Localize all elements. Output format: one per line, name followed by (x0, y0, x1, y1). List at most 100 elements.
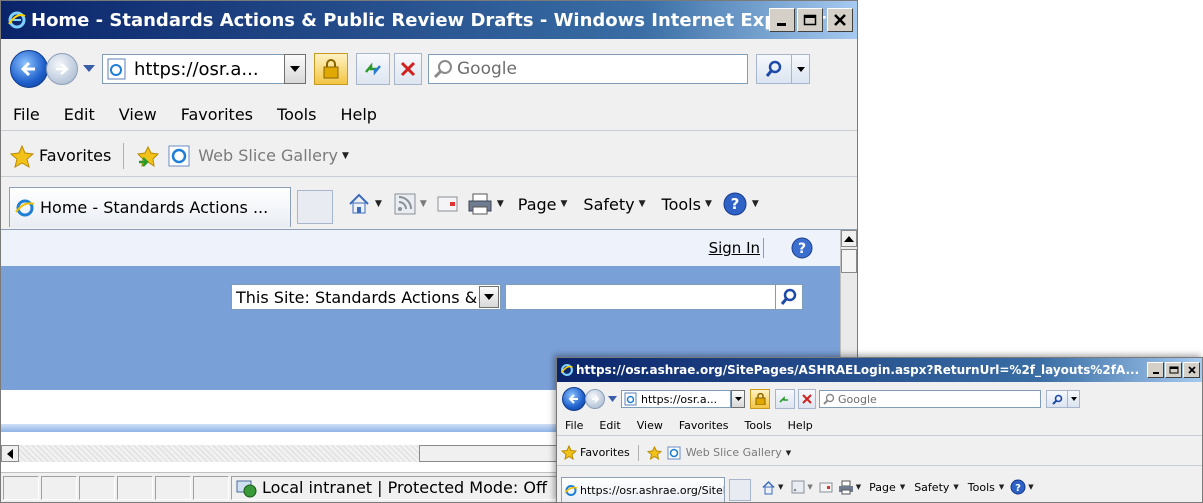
horizontal-scroll-thumb[interactable] (419, 445, 559, 462)
favorites-button[interactable]: Favorites (580, 446, 630, 459)
search-scope-select[interactable]: This Site: Standards Actions & (231, 284, 501, 310)
home-dropdown-icon[interactable]: ▼ (375, 199, 382, 209)
close-button[interactable] (1183, 362, 1200, 378)
menu-favorites[interactable]: Favorites (181, 105, 253, 124)
favorites-star-icon[interactable] (561, 445, 577, 460)
menu-file[interactable]: File (565, 419, 583, 432)
security-zone-pane[interactable]: Local intranet | Protected Mode: Off (231, 475, 611, 500)
menu-help[interactable]: Help (340, 105, 376, 124)
maximize-button[interactable] (1165, 362, 1182, 378)
read-mail-icon[interactable] (819, 481, 833, 493)
forward-button[interactable] (46, 53, 78, 85)
back-button[interactable] (562, 387, 586, 411)
favorites-star-icon[interactable] (9, 144, 35, 168)
home-icon[interactable] (761, 480, 776, 495)
tools-menu-button[interactable]: Tools ▼ (662, 195, 712, 214)
address-bar[interactable]: https://osr.a... (102, 54, 286, 84)
menu-tools[interactable]: Tools (745, 419, 772, 432)
title-bar[interactable]: Home - Standards Actions & Public Review… (1, 1, 857, 39)
print-icon[interactable] (838, 480, 854, 495)
rss-feeds-icon[interactable] (394, 193, 416, 215)
new-tab-button[interactable] (297, 190, 333, 224)
tab-ashrae-login[interactable]: https://osr.ashrae.org/SitePages/... (561, 477, 725, 502)
safety-menu-button[interactable]: Safety ▼ (914, 481, 959, 494)
tools-menu-button[interactable]: Tools ▼ (968, 481, 1005, 494)
scroll-left-button[interactable] (1, 445, 19, 462)
page-menu-button[interactable]: Page ▼ (518, 195, 568, 214)
page-help-icon[interactable]: ? (790, 236, 814, 260)
search-go-button[interactable] (1046, 390, 1068, 408)
search-box[interactable]: Google (819, 390, 1041, 408)
menu-file[interactable]: File (13, 105, 40, 124)
scroll-left-arrow-icon (7, 448, 13, 459)
scope-dropdown-button[interactable] (479, 286, 499, 308)
web-slice-gallery-link[interactable]: Web Slice Gallery (686, 446, 782, 459)
safety-menu-button[interactable]: Safety ▼ (583, 195, 645, 214)
maximize-button[interactable] (797, 8, 823, 32)
print-dropdown-icon[interactable]: ▼ (856, 483, 861, 491)
recent-pages-dropdown-icon[interactable] (82, 64, 96, 74)
chevron-down-icon[interactable]: ▼ (786, 449, 791, 457)
menu-view[interactable]: View (119, 105, 157, 124)
stop-icon (802, 394, 812, 404)
search-options-button[interactable] (792, 54, 810, 84)
scroll-up-button[interactable] (841, 230, 857, 247)
security-lock-button[interactable] (750, 389, 770, 409)
web-slice-gallery-link[interactable]: Web Slice Gallery (198, 146, 338, 165)
search-scope-value: This Site: Standards Actions & (236, 287, 478, 307)
print-icon[interactable] (467, 192, 493, 216)
print-dropdown-icon[interactable]: ▼ (497, 199, 504, 209)
menu-edit[interactable]: Edit (599, 419, 620, 432)
add-to-favorites-bar-icon[interactable] (136, 145, 160, 167)
address-dropdown-button[interactable] (284, 54, 306, 84)
menu-tools[interactable]: Tools (277, 105, 316, 124)
navigation-bar: https://osr.a... Google (557, 384, 1202, 414)
address-dropdown-button[interactable] (731, 390, 745, 408)
read-mail-icon[interactable] (437, 194, 459, 214)
help-dropdown-icon[interactable]: ▼ (752, 199, 759, 209)
favorites-button[interactable]: Favorites (39, 146, 111, 165)
refresh-icon (365, 62, 381, 76)
help-icon[interactable]: ? (1010, 479, 1026, 495)
stop-button[interactable] (798, 389, 816, 409)
scroll-thumb[interactable] (841, 249, 857, 273)
minimize-button[interactable] (769, 8, 795, 32)
home-icon[interactable] (347, 192, 371, 216)
sign-in-link[interactable]: Sign In (709, 239, 760, 257)
help-dropdown-icon[interactable]: ▼ (1028, 483, 1033, 491)
recent-pages-dropdown-icon[interactable] (608, 396, 617, 402)
close-button[interactable] (827, 8, 853, 32)
add-to-favorites-bar-icon[interactable] (646, 445, 662, 460)
page-menu-button[interactable]: Page ▼ (869, 481, 905, 494)
tab-home-standards[interactable]: Home - Standards Actions ... (9, 187, 291, 227)
back-arrow-icon (20, 61, 35, 77)
forward-button[interactable] (585, 389, 605, 409)
help-icon[interactable]: ? (722, 191, 748, 217)
search-box[interactable]: Google (428, 54, 748, 84)
site-search-input[interactable] (505, 284, 777, 310)
compatibility-refresh-button[interactable] (356, 53, 390, 85)
feeds-dropdown-icon[interactable]: ▼ (420, 199, 427, 209)
address-bar[interactable]: https://osr.a... (621, 390, 731, 408)
back-button[interactable] (10, 50, 48, 88)
chevron-down-icon[interactable]: ▼ (342, 151, 349, 161)
address-text: https://osr.a... (641, 392, 718, 406)
compatibility-refresh-button[interactable] (775, 389, 795, 409)
home-dropdown-icon[interactable]: ▼ (778, 483, 783, 491)
security-lock-button[interactable] (314, 53, 348, 85)
chevron-down-icon: ▼ (899, 483, 906, 491)
stop-button[interactable] (394, 53, 422, 85)
menu-favorites[interactable]: Favorites (679, 419, 729, 432)
menu-edit[interactable]: Edit (64, 105, 95, 124)
web-slice-icon (168, 145, 190, 166)
menu-help[interactable]: Help (788, 419, 813, 432)
title-bar[interactable]: https://osr.ashrae.org/SitePages/ASHRAEL… (557, 358, 1202, 382)
new-tab-button[interactable] (729, 479, 751, 501)
site-search-button[interactable] (775, 284, 803, 310)
minimize-button[interactable] (1147, 362, 1164, 378)
menu-view[interactable]: View (637, 419, 663, 432)
rss-feeds-icon[interactable] (791, 480, 805, 494)
feeds-dropdown-icon[interactable]: ▼ (807, 483, 812, 491)
search-go-button[interactable] (756, 54, 792, 84)
search-options-button[interactable] (1068, 390, 1080, 408)
